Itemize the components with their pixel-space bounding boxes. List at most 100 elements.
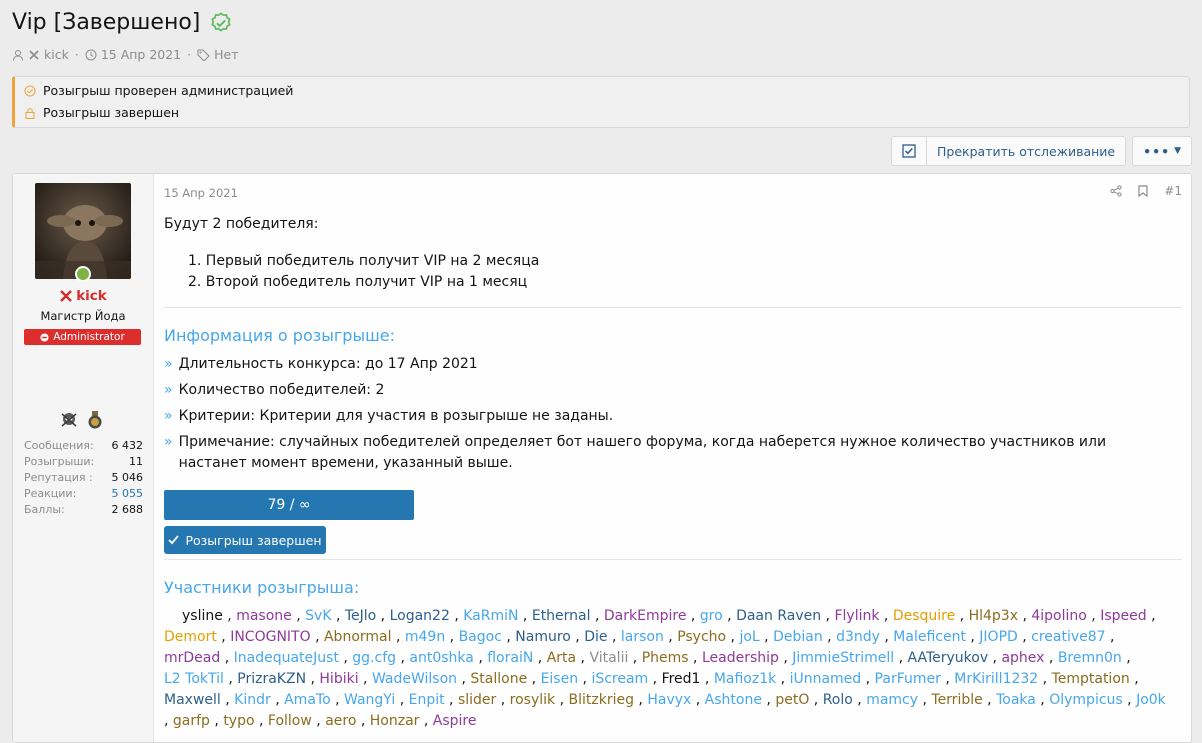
thread-date[interactable]: 15 Апр 2021 — [101, 47, 181, 62]
participant-link[interactable]: Demort — [164, 629, 217, 645]
participant-link[interactable]: Ispeed — [1100, 608, 1146, 624]
participant-link[interactable]: SvK — [305, 608, 331, 624]
participant-link[interactable]: Follow — [268, 713, 312, 729]
participant-link[interactable]: joL — [739, 629, 759, 645]
participant-link[interactable]: Ethernal — [532, 608, 591, 624]
more-menu-button[interactable]: ••• ▼ — [1132, 136, 1192, 166]
share-icon[interactable] — [1110, 185, 1122, 197]
thread-author-link[interactable]: kick — [44, 47, 69, 62]
participant-link[interactable]: Debian — [773, 629, 823, 645]
participant-link[interactable]: Maleficent — [893, 629, 966, 645]
participant-link[interactable]: Desquire — [893, 608, 955, 624]
participant-link[interactable]: Terrible — [931, 692, 982, 708]
participant-link[interactable]: TeJlo — [345, 608, 376, 624]
participant-link[interactable]: Fred1 — [662, 671, 701, 687]
participant-link[interactable]: Eisen — [541, 671, 579, 687]
participant-link[interactable]: Temptation — [1052, 671, 1130, 687]
giveaway-finished-button[interactable]: Розыгрыш завершен — [164, 526, 326, 554]
participant-link[interactable]: gg.cfg — [352, 650, 396, 666]
participant-link[interactable]: Hibiki — [319, 671, 358, 687]
participant-link[interactable]: JimmieStrimell — [792, 650, 894, 666]
participant-link[interactable]: Stallone — [470, 671, 527, 687]
participant-link[interactable]: Daan Raven — [736, 608, 821, 624]
participant-link[interactable]: 4ipolino — [1031, 608, 1086, 624]
avatar[interactable] — [35, 183, 131, 279]
participant-link[interactable]: Psycho — [677, 629, 726, 645]
participant-link[interactable]: mrDead — [164, 650, 220, 666]
skull-trophy-icon[interactable] — [59, 410, 79, 430]
more-options[interactable]: ••• ▼ — [1133, 137, 1191, 165]
participant-link[interactable]: petO — [775, 692, 809, 708]
participant-link[interactable]: KaRmiN — [463, 608, 518, 624]
participant-link[interactable]: larson — [621, 629, 664, 645]
post-author[interactable]: kick — [13, 288, 153, 304]
participant-link[interactable]: Namuro — [515, 629, 571, 645]
participant-link[interactable]: WangYi — [344, 692, 395, 708]
participant-link[interactable]: Blitzkrieg — [569, 692, 634, 708]
bookmark-icon[interactable] — [1138, 185, 1148, 197]
participant-link[interactable]: Flylink — [834, 608, 879, 624]
participant-link[interactable]: L2 TokTil — [164, 671, 224, 687]
participant-link[interactable]: JIOPD — [979, 629, 1018, 645]
participant-link[interactable]: floraiN — [487, 650, 533, 666]
participant-link[interactable]: masone — [236, 608, 292, 624]
participant-link[interactable]: AATeryukov — [907, 650, 988, 666]
participant-link[interactable]: AmaTo — [284, 692, 331, 708]
participant-link[interactable]: Enpit — [409, 692, 445, 708]
participant-link[interactable]: iUnnamed — [790, 671, 862, 687]
participant-link[interactable]: INCOGNITO — [230, 629, 310, 645]
participant-link[interactable]: garfp — [173, 713, 210, 729]
participant-link[interactable]: Abnormal — [324, 629, 392, 645]
medal-trophy-icon[interactable] — [85, 410, 105, 430]
post-date[interactable]: 15 Апр 2021 — [164, 186, 238, 200]
list-separator: , — [821, 608, 835, 624]
participant-link[interactable]: m49n — [405, 629, 445, 645]
stat-value-link[interactable]: 5 055 — [112, 486, 144, 502]
participant-link[interactable]: aphex — [1001, 650, 1044, 666]
participant-link[interactable]: Jo0k — [1136, 692, 1166, 708]
participant-link[interactable]: gro — [700, 608, 723, 624]
participant-link[interactable]: Toaka — [996, 692, 1036, 708]
participant-link[interactable]: iScream — [591, 671, 648, 687]
participant-link[interactable]: Bagoc — [459, 629, 502, 645]
participant-link[interactable]: typo — [223, 713, 254, 729]
participant-link[interactable]: DarkEmpire — [604, 608, 687, 624]
participant-link[interactable]: aero — [325, 713, 356, 729]
participant-link[interactable]: WadeWilson — [372, 671, 457, 687]
participant-link[interactable]: Aspire — [433, 713, 477, 729]
participant-link[interactable]: d3ndy — [836, 629, 880, 645]
participant-link[interactable]: Kindr — [234, 692, 271, 708]
participant-link[interactable]: MrKirill1232 — [954, 671, 1038, 687]
participant-link[interactable]: Havyx — [647, 692, 691, 708]
list-separator: , — [419, 713, 433, 729]
participant-link[interactable]: mamcy — [866, 692, 918, 708]
participant-link[interactable]: Logan22 — [390, 608, 450, 624]
participant-link[interactable]: ysline — [182, 608, 223, 624]
user-banner: Administrator — [24, 329, 141, 345]
participant-link[interactable]: Leadership — [702, 650, 779, 666]
participant-link[interactable]: Rolo — [823, 692, 853, 708]
participant-link[interactable]: Hl4p3x — [969, 608, 1018, 624]
list-separator: , — [391, 629, 405, 645]
participant-link[interactable]: Arta — [547, 650, 576, 666]
participant-link[interactable]: ParFumer — [875, 671, 941, 687]
post-number[interactable]: #1 — [1164, 184, 1182, 198]
participant-link[interactable]: rosylik — [510, 692, 555, 708]
watch-checkbox[interactable] — [892, 137, 928, 165]
participant-link[interactable]: Vitalii — [589, 650, 628, 666]
participant-link[interactable]: Bremn0n — [1058, 650, 1122, 666]
participant-link[interactable]: PrizraKZN — [237, 671, 306, 687]
participant-link[interactable]: Ashtone — [705, 692, 762, 708]
participant-link[interactable]: InadequateJust — [234, 650, 339, 666]
participant-link[interactable]: ant0shka — [409, 650, 473, 666]
participant-link[interactable]: Mafioz1k — [714, 671, 776, 687]
participant-link[interactable]: Die — [584, 629, 607, 645]
participant-link[interactable]: slider — [458, 692, 496, 708]
username[interactable]: kick — [76, 288, 107, 304]
participant-link[interactable]: Olympicus — [1049, 692, 1122, 708]
participant-link[interactable]: Maxwell — [164, 692, 221, 708]
participant-link[interactable]: Honzar — [370, 713, 420, 729]
participant-link[interactable]: Phems — [642, 650, 689, 666]
participant-link[interactable]: creative87 — [1031, 629, 1105, 645]
unwatch-button[interactable]: Прекратить отслеживание — [927, 137, 1125, 165]
